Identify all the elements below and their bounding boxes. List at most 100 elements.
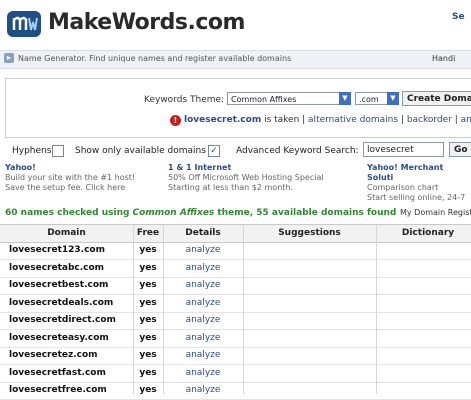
analyze-link[interactable]: analyze bbox=[163, 382, 243, 399]
table-row: lovesecretfast.com yes analyze bbox=[0, 365, 471, 383]
suggestions-cell bbox=[243, 295, 376, 312]
ad-text: Start selling online, 24-7 bbox=[367, 193, 466, 202]
domain-cell: lovesecretfast.com bbox=[9, 367, 106, 378]
free-cell: yes bbox=[139, 367, 157, 378]
ad-title[interactable]: Yahoo! bbox=[5, 163, 135, 173]
brand-name[interactable]: MakeWords.com bbox=[48, 10, 245, 35]
table-row: lovesecretabc.com yes analyze bbox=[0, 260, 471, 278]
results-summary: 60 names checked using Common Affixes th… bbox=[5, 208, 396, 218]
header-free: Free bbox=[136, 228, 160, 238]
ad-title[interactable]: 1 & 1 Internet bbox=[168, 163, 324, 173]
table-row: lovesecretbest.com yes analyze bbox=[0, 277, 471, 295]
free-cell: yes bbox=[139, 385, 157, 395]
show-available-checkbox[interactable]: ✓ bbox=[208, 145, 220, 157]
ad-text: 50% Off Microsoft Web Hosting Special bbox=[168, 173, 324, 182]
arrow-right-icon: ▸ bbox=[4, 53, 14, 63]
chevron-down-icon[interactable]: ▼ bbox=[339, 92, 351, 105]
table-header: Domain Free Details Suggestions Dictiona… bbox=[0, 224, 471, 243]
suggestions-cell bbox=[243, 260, 376, 277]
dictionary-cell bbox=[376, 242, 471, 259]
domain-cell: lovesecretabc.com bbox=[9, 262, 105, 273]
ad-block[interactable]: Yahoo! Build your site with the #1 host!… bbox=[5, 163, 135, 193]
free-cell: yes bbox=[139, 297, 157, 308]
keywords-theme-label: Keywords Theme: bbox=[144, 95, 225, 105]
dictionary-cell bbox=[376, 330, 471, 347]
column-divider bbox=[243, 224, 244, 394]
hyphens-label: Hyphens bbox=[12, 146, 52, 156]
dictionary-cell bbox=[376, 312, 471, 329]
ad-text: Comparison chart bbox=[367, 183, 439, 192]
dictionary-cell bbox=[376, 260, 471, 277]
analyze-link[interactable]: analyze bbox=[163, 277, 243, 294]
column-divider bbox=[133, 224, 134, 394]
header-dictionary: Dictionary bbox=[401, 228, 455, 238]
analyze-link[interactable]: analyze bbox=[163, 260, 243, 277]
results-suffix: theme, 55 available domains found bbox=[214, 208, 397, 218]
dictionary-cell bbox=[376, 347, 471, 364]
analyze-link[interactable]: analyze bbox=[163, 242, 243, 259]
header-details: Details bbox=[185, 228, 221, 238]
advanced-search-label: Advanced Keyword Search: bbox=[236, 146, 359, 156]
domain-cell: lovesecretez.com bbox=[9, 350, 98, 360]
registrar-link[interactable]: My Domain Regist bbox=[400, 208, 471, 217]
domain-cell: lovesecretdeals.com bbox=[9, 297, 114, 308]
analyze-link[interactable]: analyze bbox=[163, 365, 243, 382]
table-row: lovesecretdirect.com yes analyze bbox=[0, 312, 471, 330]
alternative-domains-link[interactable]: alternative domains bbox=[308, 115, 398, 125]
show-available-label: Show only available domains bbox=[75, 146, 206, 156]
ad-text: Save the setup fee. Click here bbox=[5, 183, 126, 192]
dictionary-cell bbox=[376, 277, 471, 294]
header-domain: Domain bbox=[47, 228, 86, 238]
taken-domain-link[interactable]: lovesecret.com bbox=[184, 115, 261, 125]
dictionary-cell bbox=[376, 295, 471, 312]
header-suggestions: Suggestions bbox=[278, 228, 341, 238]
suggestions-cell bbox=[243, 242, 376, 259]
free-cell: yes bbox=[139, 245, 157, 255]
domain-cell: lovesecreteasy.com bbox=[9, 332, 109, 343]
ad-block[interactable]: 1 & 1 Internet 50% Off Microsoft Web Hos… bbox=[168, 163, 324, 193]
search-panel bbox=[5, 78, 471, 138]
results-theme: Common Affixes bbox=[132, 208, 215, 218]
column-divider bbox=[376, 224, 377, 394]
table-row: lovesecret123.com yes analyze bbox=[0, 242, 471, 260]
suggestions-cell bbox=[243, 277, 376, 294]
makewords-logo-icon[interactable] bbox=[6, 8, 42, 40]
create-domains-button[interactable]: Create Doma bbox=[402, 91, 471, 106]
ad-title[interactable]: Yahoo! Merchant Soluti bbox=[367, 163, 471, 183]
dictionary-cell bbox=[376, 382, 471, 399]
domain-cell: lovesecretfree.com bbox=[9, 385, 107, 395]
analyze-link[interactable]: analyze bbox=[163, 330, 243, 347]
header-link[interactable]: Se bbox=[452, 12, 465, 22]
advanced-search-input[interactable]: lovesecret bbox=[363, 142, 444, 157]
analyze-link[interactable]: analyze bbox=[163, 295, 243, 312]
taken-text: is taken | bbox=[261, 115, 309, 125]
suggestions-cell bbox=[243, 330, 376, 347]
go-button[interactable]: Go bbox=[449, 142, 471, 157]
domain-cell: lovesecretdirect.com bbox=[9, 315, 116, 325]
domain-cell: lovesecret123.com bbox=[9, 245, 105, 255]
ad-block[interactable]: Yahoo! Merchant Soluti Comparison chart … bbox=[367, 163, 471, 203]
separator: | bbox=[398, 115, 407, 125]
ad-text: Starting at less than $2 month. bbox=[168, 183, 294, 192]
tagbar-link[interactable]: Handi bbox=[432, 54, 455, 63]
column-divider bbox=[163, 224, 164, 394]
analyze-link[interactable]: analyze bbox=[163, 347, 243, 364]
free-cell: yes bbox=[139, 280, 157, 290]
free-cell: yes bbox=[139, 315, 157, 325]
backorder-link[interactable]: backorder bbox=[407, 115, 452, 125]
analyze-link[interactable]: analyze bbox=[163, 312, 243, 329]
ad-text: Build your site with the #1 host! bbox=[5, 173, 136, 182]
dictionary-cell bbox=[376, 365, 471, 382]
hyphens-checkbox[interactable] bbox=[52, 145, 64, 157]
free-cell: yes bbox=[139, 332, 157, 343]
theme-select[interactable]: Common Affixes bbox=[227, 92, 349, 105]
tagline-text: Name Generator. Find unique names and re… bbox=[18, 54, 292, 63]
table-row: lovesecretdeals.com yes analyze bbox=[0, 295, 471, 313]
suggestions-cell bbox=[243, 347, 376, 364]
chevron-down-icon[interactable]: ▼ bbox=[387, 92, 399, 105]
domain-cell: lovesecretbest.com bbox=[9, 280, 109, 290]
more-link[interactable]: an bbox=[461, 115, 471, 125]
suggestions-cell bbox=[243, 365, 376, 382]
separator: | bbox=[451, 115, 461, 125]
table-row: lovesecretez.com yes analyze bbox=[0, 347, 471, 365]
